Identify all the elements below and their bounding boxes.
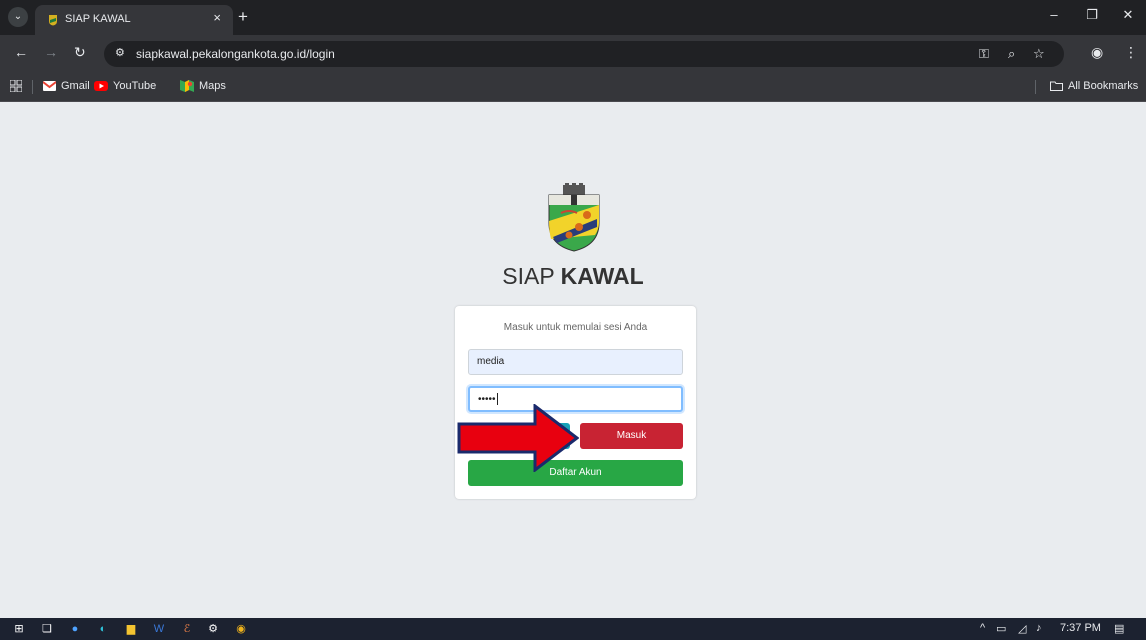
- address-bar[interactable]: ⚙ siapkawal.pekalongankota.go.id/login ⚿…: [104, 41, 1064, 67]
- youtube-icon: [94, 81, 108, 91]
- siap-kawal-favicon-icon: [49, 15, 57, 26]
- close-window-icon[interactable]: ✕: [1117, 7, 1139, 23]
- notification-icon[interactable]: ▤: [1114, 622, 1124, 635]
- show-hidden-icons-icon[interactable]: ^: [980, 622, 985, 634]
- bookmarks-bar: Gmail YouTube Maps All Bookmarks: [0, 73, 1146, 102]
- login-button[interactable]: Masuk: [580, 423, 683, 449]
- settings-icon[interactable]: ⚙: [206, 622, 220, 636]
- bookmark-gmail[interactable]: Gmail: [43, 80, 90, 92]
- tab-title: SIAP KAWAL: [65, 13, 131, 25]
- username-input[interactable]: media: [468, 349, 683, 375]
- browser-tab[interactable]: SIAP KAWAL ×: [35, 5, 233, 35]
- bookmark-star-icon[interactable]: ☆: [1033, 46, 1045, 62]
- site-info-icon[interactable]: ⚙: [115, 46, 125, 59]
- apps-grid-icon[interactable]: [10, 80, 22, 92]
- windows-taskbar: ⊞ ❏ ● ◐ ▆ W ℰ ⚙ ◉ ^ ▭ ◿ ♪ 7:37 PM ▤: [0, 618, 1146, 640]
- maps-icon: [180, 80, 194, 92]
- word-icon[interactable]: W: [152, 622, 166, 636]
- battery-icon[interactable]: ▭: [996, 622, 1006, 635]
- login-message: Masuk untuk memulai sesi Anda: [503, 322, 648, 333]
- chrome-icon[interactable]: ◉: [234, 622, 248, 636]
- minimize-icon[interactable]: –: [1043, 7, 1065, 22]
- gmail-icon: [43, 81, 56, 91]
- back-icon[interactable]: ←: [14, 44, 28, 60]
- copilot-icon[interactable]: ●: [68, 622, 82, 636]
- bookmark-maps[interactable]: Maps: [180, 80, 226, 92]
- app-brand: SIAP KAWAL: [0, 263, 1146, 290]
- folder-icon: [1050, 81, 1063, 91]
- all-bookmarks-button[interactable]: All Bookmarks: [1050, 80, 1138, 92]
- password-key-icon[interactable]: ⚿: [979, 46, 989, 62]
- url-text[interactable]: siapkawal.pekalongankota.go.id/login: [136, 47, 335, 61]
- username-value: media: [477, 356, 505, 367]
- pekalongan-city-emblem: [548, 183, 600, 252]
- brand-light: SIAP: [502, 263, 555, 289]
- file-explorer-icon[interactable]: ▆: [124, 622, 138, 636]
- restore-window-icon[interactable]: ❐: [1081, 7, 1103, 23]
- login-page: SIAP KAWAL Masuk untuk memulai sesi Anda…: [0, 103, 1146, 618]
- new-tab-icon[interactable]: +: [238, 7, 248, 27]
- zoom-icon[interactable]: ⌕: [1008, 46, 1015, 62]
- network-icon[interactable]: ◿: [1018, 622, 1026, 635]
- tab-search-chevron-icon[interactable]: ⌄: [8, 7, 28, 27]
- reload-icon[interactable]: ↻: [74, 44, 86, 61]
- bookmark-separator: [1035, 80, 1036, 94]
- brand-bold: KAWAL: [560, 263, 644, 289]
- browser-tab-bar: ⌄ SIAP KAWAL × + – ❐ ✕: [0, 0, 1146, 35]
- forward-icon[interactable]: →: [44, 44, 58, 60]
- edge-icon[interactable]: ◐: [96, 622, 110, 636]
- bookmark-separator: [32, 80, 33, 94]
- windows-start-icon[interactable]: ⊞: [12, 622, 26, 636]
- task-view-icon[interactable]: ❏: [40, 622, 54, 636]
- annotation-arrow-icon: [457, 404, 579, 472]
- volume-icon[interactable]: ♪: [1036, 622, 1042, 634]
- bookmark-youtube[interactable]: YouTube: [94, 80, 156, 92]
- menu-dots-icon[interactable]: ⋮: [1124, 44, 1138, 61]
- clock[interactable]: 7:37 PM: [1060, 622, 1101, 634]
- app-icon[interactable]: ℰ: [180, 622, 194, 636]
- profile-icon[interactable]: ◉: [1091, 44, 1103, 61]
- browser-toolbar: ← → ↻ ⚙ siapkawal.pekalongankota.go.id/l…: [0, 35, 1146, 73]
- tab-close-icon[interactable]: ×: [213, 10, 221, 25]
